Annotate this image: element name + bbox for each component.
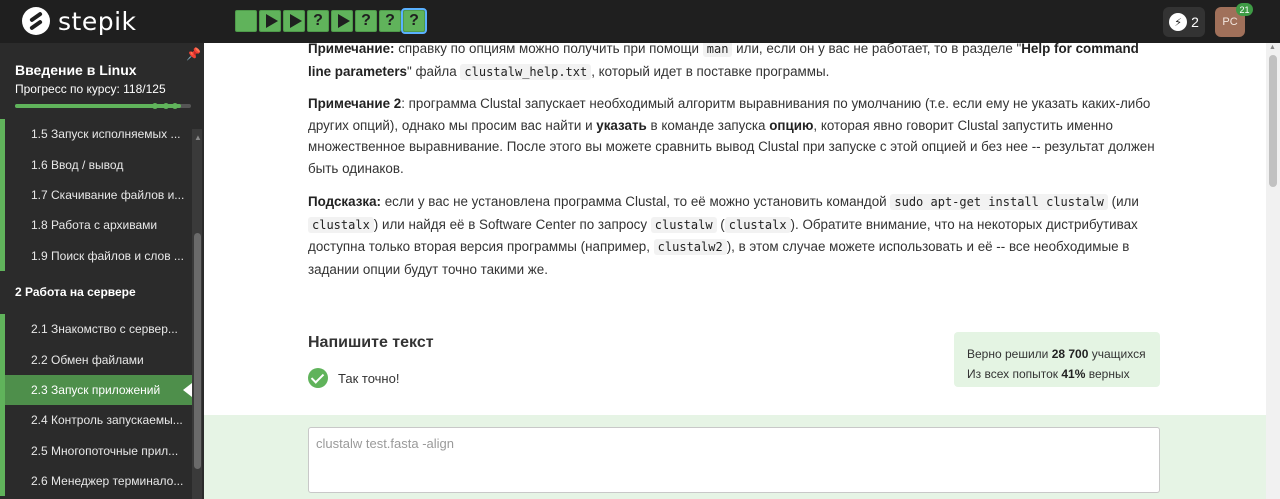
step-3-video[interactable] [283, 10, 305, 32]
text-span: , который идет в поставке программы. [591, 63, 830, 79]
code-install-command: sudo apt-get install clustalw [890, 194, 1108, 210]
step-7-quiz[interactable]: ? [379, 10, 401, 32]
code-clustalx: clustalx [308, 216, 374, 233]
progress-dot [163, 103, 169, 109]
text-span: ) или найдя её в Software Center по запр… [373, 216, 651, 232]
note-2-label: Примечание 2 [308, 96, 402, 111]
text-span: " файла [407, 63, 461, 79]
text-span: (или [1107, 194, 1139, 209]
sidebar-scroll-thumb[interactable] [194, 233, 201, 469]
logo-text: stepik [58, 6, 137, 36]
course-progress-label: Прогресс по курсу: 118/125 [15, 82, 166, 96]
accuracy-percent: 41% [1061, 367, 1086, 381]
note-2: Примечание 2: программа Clustal запускае… [308, 93, 1158, 179]
progress-dot [172, 103, 178, 109]
stats-accuracy-line: Из всех попыток 41% верных [967, 364, 1147, 384]
course-title[interactable]: Введение в Linux [15, 62, 137, 78]
step-8-quiz-current[interactable]: ? [401, 8, 427, 34]
task-title: Напишите текст [308, 334, 434, 351]
stepik-logo-icon [22, 7, 50, 35]
top-bar: stepik ? ? ? ? ⚡ 2 PC 21 [0, 0, 1280, 43]
sidebar-item-2-5[interactable]: 2.5 Многопоточные прил... [0, 435, 192, 466]
text-span: Верно решили [967, 347, 1052, 361]
code-help-file: clustalw_help.txt [460, 63, 592, 80]
step-6-quiz[interactable]: ? [355, 10, 377, 32]
sidebar-item-1-5[interactable]: 1.5 Запуск исполняемых ... [0, 119, 192, 150]
scroll-up-icon[interactable]: ▲ [194, 133, 202, 142]
lesson-steps: ? ? ? ? [235, 8, 427, 34]
result-status: Так точно! [308, 368, 399, 388]
progress-dot [152, 103, 158, 109]
pin-icon[interactable]: 📌 [186, 47, 201, 61]
bold-text: указать [596, 117, 647, 133]
course-sidebar: 📌 Введение в Linux Прогресс по курсу: 11… [0, 43, 204, 499]
step-1-done[interactable] [235, 10, 257, 32]
code-clustalx: clustalx [724, 216, 791, 233]
step-5-video[interactable] [331, 10, 353, 32]
answer-input[interactable]: clustalw test.fasta -align [308, 427, 1160, 493]
sidebar-item-2-4[interactable]: 2.4 Контроль запускаемы... [0, 405, 192, 436]
text-span: Из всех попыток [967, 367, 1062, 381]
sidebar-item-1-7[interactable]: 1.7 Скачивание файлов и... [0, 179, 192, 211]
bold-text: опцию [769, 117, 814, 133]
code-man: man [702, 43, 733, 57]
sidebar-item-1-6[interactable]: 1.6 Ввод / вывод [0, 149, 192, 180]
energy-button[interactable]: ⚡ 2 [1163, 7, 1205, 37]
stepik-logo[interactable]: stepik [22, 6, 137, 36]
step-4-quiz[interactable]: ? [307, 10, 329, 32]
sidebar-scrollbar[interactable]: ▲ [192, 129, 202, 499]
step-2-video[interactable] [259, 10, 281, 32]
solved-count: 28 700 [1051, 347, 1089, 361]
lightning-icon: ⚡ [1169, 13, 1188, 31]
sidebar-item-1-8[interactable]: 1.8 Работа с архивами [0, 210, 192, 241]
page-scroll-thumb[interactable] [1269, 55, 1277, 187]
hint: Подсказка: если у вас не установлена про… [308, 191, 1158, 280]
check-circle-icon [308, 368, 328, 388]
scroll-up-icon[interactable]: ▲ [1269, 44, 1276, 51]
hint-label: Подсказка: [308, 194, 381, 209]
sidebar-item-2-2[interactable]: 2.2 Обмен файлами [0, 344, 192, 375]
step-content: Примечание: справку по опциям можно полу… [204, 43, 1266, 499]
notifications-badge: 21 [1236, 3, 1253, 16]
sidebar-section-2[interactable]: 2 Работа на сервере [0, 271, 192, 314]
sidebar-item-2-1[interactable]: 2.1 Знакомство с сервер... [0, 313, 192, 345]
note-1: Примечание: справку по опциям можно полу… [308, 43, 1158, 83]
sidebar-item-1-9[interactable]: 1.9 Поиск файлов и слов ... [0, 240, 192, 271]
code-clustalw2: clustalw2 [653, 239, 727, 255]
text-span: если у вас не установлена программа Clus… [380, 194, 891, 209]
stats-box: Верно решили 28 700 учащихся Из всех поп… [954, 332, 1160, 387]
text-span: справку по опциям можно получить при пом… [394, 43, 703, 56]
code-clustalw: clustalw [650, 216, 717, 233]
sidebar-item-2-3-active[interactable]: 2.3 Запуск приложений [0, 374, 192, 406]
result-text: Так точно! [338, 370, 400, 386]
answer-area: clustalw test.fasta -align [204, 415, 1266, 499]
sidebar-item-2-6[interactable]: 2.6 Менеджер терминало... [0, 465, 192, 497]
energy-count: 2 [1191, 14, 1199, 30]
text-span: верных [1085, 367, 1130, 381]
page-scrollbar[interactable]: ▲ [1266, 43, 1280, 499]
text-span: ( [716, 216, 725, 232]
text-span: учащихся [1088, 347, 1146, 361]
note-1-label: Примечание: [308, 43, 395, 56]
course-progress-bar [15, 103, 191, 109]
lesson-nav: 1.5 Запуск исполняемых ... 1.6 Ввод / вы… [0, 119, 192, 497]
text-span: в команде запуска [646, 117, 770, 133]
stats-solved-line: Верно решили 28 700 учащихся [967, 344, 1147, 364]
text-span: или, если он у вас не работает, то в раз… [732, 43, 1022, 56]
